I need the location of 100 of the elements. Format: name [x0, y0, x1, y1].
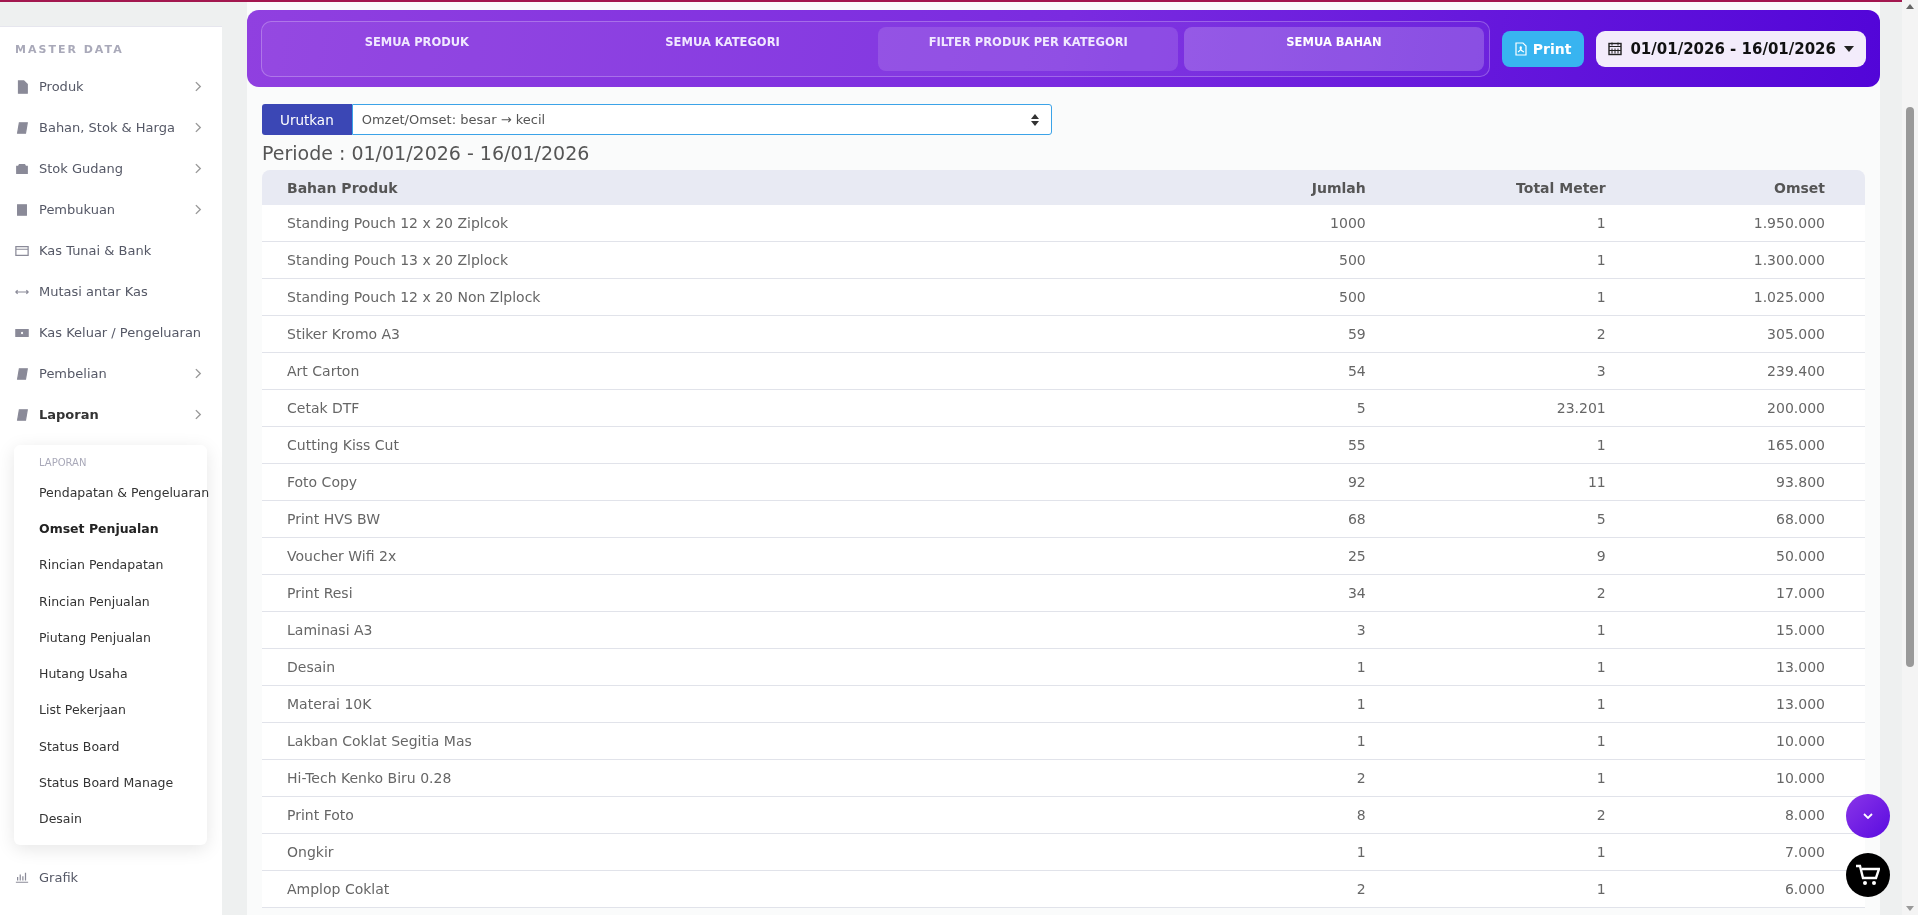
table-cell: 5: [1390, 500, 1631, 538]
table-cell: 1: [1212, 833, 1391, 871]
date-range-button[interactable]: 01/01/2026 - 16/01/2026: [1596, 30, 1866, 67]
table-cell: 1: [1390, 870, 1631, 908]
table-cell: Print HVS BW: [262, 500, 1212, 538]
submenu-item[interactable]: Rincian Pendapatan: [14, 546, 207, 583]
table-cell: 8: [1212, 796, 1391, 834]
table-cell: 2: [1212, 870, 1391, 908]
table-cell: Cetak DTF: [262, 389, 1212, 427]
caret-icon: [1844, 45, 1854, 52]
table-cell: Lakban Coklat Segitia Mas: [262, 722, 1212, 760]
submenu-item[interactable]: Desain: [14, 800, 207, 837]
table-cell: 13.000: [1630, 648, 1865, 686]
tab[interactable]: SEMUA KATEGORI: [572, 26, 873, 71]
table-cell: 10.000: [1630, 722, 1865, 760]
submenu-item[interactable]: List Pekerjaan: [14, 691, 207, 729]
sort-select[interactable]: Omzet/Omset: besar → kecil: [351, 104, 1052, 135]
submenu-item[interactable]: Omset Penjualan: [14, 510, 207, 547]
table-cell: 1.025.000: [1630, 278, 1865, 316]
table-cell: 54: [1212, 352, 1391, 390]
table-cell: 15.000: [1630, 611, 1865, 649]
table-cell: Stiker Kromo A3: [262, 315, 1212, 353]
table-cell: Foto Copy: [262, 463, 1212, 501]
table-cell: 1000: [1212, 205, 1391, 242]
file-icon: [15, 79, 29, 94]
sidebar-item[interactable]: Grafik: [0, 856, 222, 898]
table-cell: 59: [1212, 315, 1391, 353]
sidebar-item[interactable]: Bahan, Stok & Harga: [0, 107, 222, 148]
table-cell: Cutting Kiss Cut: [262, 426, 1212, 464]
table-cell: 2: [1390, 315, 1631, 353]
table-cell: 92: [1212, 463, 1391, 501]
submenu-title: LAPORAN: [38, 457, 88, 470]
book-icon: [15, 120, 29, 135]
table-cell: 1.300.000: [1630, 241, 1865, 279]
table-cell: 68.000: [1630, 500, 1865, 538]
table-cell: 17.000: [1630, 574, 1865, 612]
table-cell: 6.000: [1630, 870, 1865, 908]
tab[interactable]: SEMUA PRODUK: [267, 26, 567, 71]
table-cell: 5: [1212, 389, 1391, 427]
table-cell: Print Resi: [262, 574, 1212, 612]
submenu-item[interactable]: Hutang Usaha: [14, 655, 207, 692]
sort-label: Urutkan: [262, 104, 352, 135]
submenu-item[interactable]: Status Board: [14, 728, 207, 765]
sort-arrows-icon: [1031, 113, 1039, 126]
table-cell: 3: [1390, 352, 1631, 390]
table-cell: 305.000: [1630, 315, 1865, 353]
table-cell: 1: [1212, 685, 1391, 723]
table-cell: 165.000: [1630, 426, 1865, 464]
table-cell: 1: [1390, 685, 1631, 723]
table-cell: 93.800: [1630, 463, 1865, 501]
table-cell: 2: [1390, 796, 1631, 834]
table-cell: 9: [1390, 537, 1631, 575]
tab[interactable]: SEMUA BAHAN: [1184, 26, 1484, 71]
table-cell: 3: [1212, 611, 1391, 649]
scroll-up-icon: [1906, 4, 1914, 9]
column-header: Jumlah: [1212, 170, 1391, 205]
sidebar-item[interactable]: Mutasi antar Kas: [0, 271, 222, 312]
card-icon: [15, 243, 29, 258]
cart-icon: [1856, 864, 1880, 886]
chevron-down-icon: [1863, 813, 1873, 819]
sidebar-item[interactable]: Laporan: [0, 394, 222, 435]
column-header: Omset: [1630, 170, 1865, 205]
table-cell: Standing Pouch 12 x 20 Non Zlplock: [262, 278, 1212, 316]
table-cell: Desain: [262, 648, 1212, 686]
table-cell: 1: [1390, 205, 1631, 242]
table-cell: 500: [1212, 241, 1391, 279]
table-cell: 50.000: [1630, 537, 1865, 575]
section-heading: MASTER DATA: [14, 42, 125, 58]
table-cell: Art Carton: [262, 352, 1212, 390]
submenu-item[interactable]: Rincian Penjualan: [14, 582, 207, 620]
submenu-item[interactable]: Pendapatan & Pengeluaran: [14, 474, 207, 511]
table-cell: 7.000: [1630, 833, 1865, 871]
sidebar-item[interactable]: Kas Tunai & Bank: [0, 230, 222, 271]
sidebar-item[interactable]: Produk: [0, 66, 222, 107]
table-cell: 23.201: [1390, 389, 1631, 427]
table-cell: 1: [1390, 833, 1631, 871]
table-cell: Laminasi A3: [262, 611, 1212, 649]
tab[interactable]: FILTER PRODUK PER KATEGORI: [878, 26, 1179, 71]
calendar-icon: [1608, 41, 1623, 56]
table-cell: Ongkir: [262, 833, 1212, 871]
scrollbar-thumb[interactable]: [1906, 107, 1914, 667]
table-cell: 1.950.000: [1630, 205, 1865, 242]
column-header: Total Meter: [1390, 170, 1631, 205]
table-cell: 1: [1390, 426, 1631, 464]
sidebar-item[interactable]: Pembelian: [0, 353, 222, 394]
column-header: Bahan Produk: [262, 170, 1212, 205]
table-cell: 1: [1390, 278, 1631, 316]
sidebar-item[interactable]: Stok Gudang: [0, 148, 222, 189]
pdf-icon: [1514, 41, 1527, 56]
submenu-item[interactable]: Status Board Manage: [14, 764, 207, 801]
book-icon: [15, 407, 29, 422]
sidebar-item[interactable]: Pembukuan: [0, 189, 222, 230]
sidebar-item[interactable]: Kas Keluar / Pengeluaran: [0, 312, 222, 353]
table-cell: 2: [1390, 574, 1631, 612]
bar-chart-icon: [15, 870, 29, 885]
table-cell: 200.000: [1630, 389, 1865, 427]
table-cell: 500: [1212, 278, 1391, 316]
table-cell: Materai 10K: [262, 685, 1212, 723]
table-cell: 11: [1390, 463, 1631, 501]
submenu-item[interactable]: Piutang Penjualan: [14, 619, 207, 656]
